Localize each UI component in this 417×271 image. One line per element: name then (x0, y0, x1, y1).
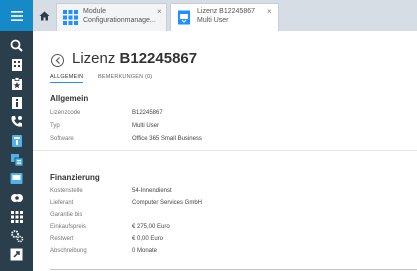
field-label: Garantie bis (50, 212, 83, 218)
tab-module-configuration[interactable]: Module Configurationmanage... × (56, 3, 167, 31)
field-label: Abschreibung (50, 248, 87, 254)
field-value: Multi User (132, 123, 160, 129)
field-label: Typ (50, 123, 60, 129)
section-divider (33, 150, 417, 151)
module-grid-icon (63, 10, 78, 25)
home-icon (39, 11, 49, 20)
page-title-id: B12245867 (119, 50, 198, 67)
back-button[interactable] (51, 54, 64, 67)
tab-close-button[interactable]: × (267, 7, 272, 16)
tab-subtitle: Configurationmanage... (83, 17, 156, 24)
field-value: € 0,00 Euro (132, 236, 164, 242)
sidebar (0, 0, 33, 271)
asset-icon[interactable] (9, 133, 24, 148)
field-value: € 275,00 Euro (132, 224, 170, 230)
license-document-icon (178, 10, 190, 25)
section-allgemein-heading: Allgemein (50, 94, 89, 103)
field-value: 54-Innendienst (132, 188, 172, 194)
field-label: Software (50, 136, 74, 142)
main-content: Lizenz B12245867 ALLGEMEIN BEMERKUNGEN (… (33, 31, 417, 271)
hamburger-icon (10, 10, 23, 21)
info-document-icon[interactable] (9, 95, 24, 110)
chevron-left-icon (55, 57, 60, 64)
clipboard-star-icon[interactable] (9, 76, 24, 91)
search-icon[interactable] (9, 38, 24, 53)
menu-button[interactable] (0, 0, 33, 31)
page-title-prefix: Lizenz (72, 50, 116, 67)
tab-title: Lizenz B12245867 (197, 8, 255, 15)
configuration-icon[interactable] (9, 152, 24, 167)
phone-icon[interactable] (9, 114, 24, 129)
monitor-icon[interactable] (9, 171, 24, 186)
field-label: Lizenzcode (50, 110, 81, 116)
tab-title: Module (83, 8, 106, 15)
field-value: Computer Services GmbH (132, 200, 203, 206)
field-value: Office 365 Small Business (132, 136, 202, 142)
bottom-divider (50, 269, 417, 270)
home-button[interactable] (33, 0, 55, 31)
field-label: Restwert (50, 236, 74, 242)
tab-bar: Module Configurationmanage... × Lizenz B… (33, 0, 417, 31)
field-value: B12245867 (132, 110, 163, 116)
tab-close-button[interactable]: × (157, 7, 162, 16)
tab-bemerkungen[interactable]: BEMERKUNGEN (0) (98, 74, 152, 80)
settings-icon[interactable] (9, 228, 24, 243)
building-icon[interactable] (9, 57, 24, 72)
apps-grid-icon[interactable] (9, 209, 24, 224)
section-finanzierung-heading: Finanzierung (50, 173, 100, 182)
tab-lizenz[interactable]: Lizenz B12245867 Multi User × (170, 3, 279, 31)
page-title: Lizenz B12245867 (72, 50, 197, 67)
export-icon[interactable] (9, 247, 24, 262)
cloud-icon[interactable] (9, 190, 24, 205)
field-label: Einkaufspreis (50, 224, 87, 230)
field-label: Lieferant (50, 200, 74, 206)
field-label: Kostenstelle (50, 188, 83, 194)
tab-subtitle: Multi User (197, 17, 229, 24)
tab-allgemein[interactable]: ALLGEMEIN (50, 74, 84, 83)
field-value: 0 Monate (132, 248, 158, 254)
